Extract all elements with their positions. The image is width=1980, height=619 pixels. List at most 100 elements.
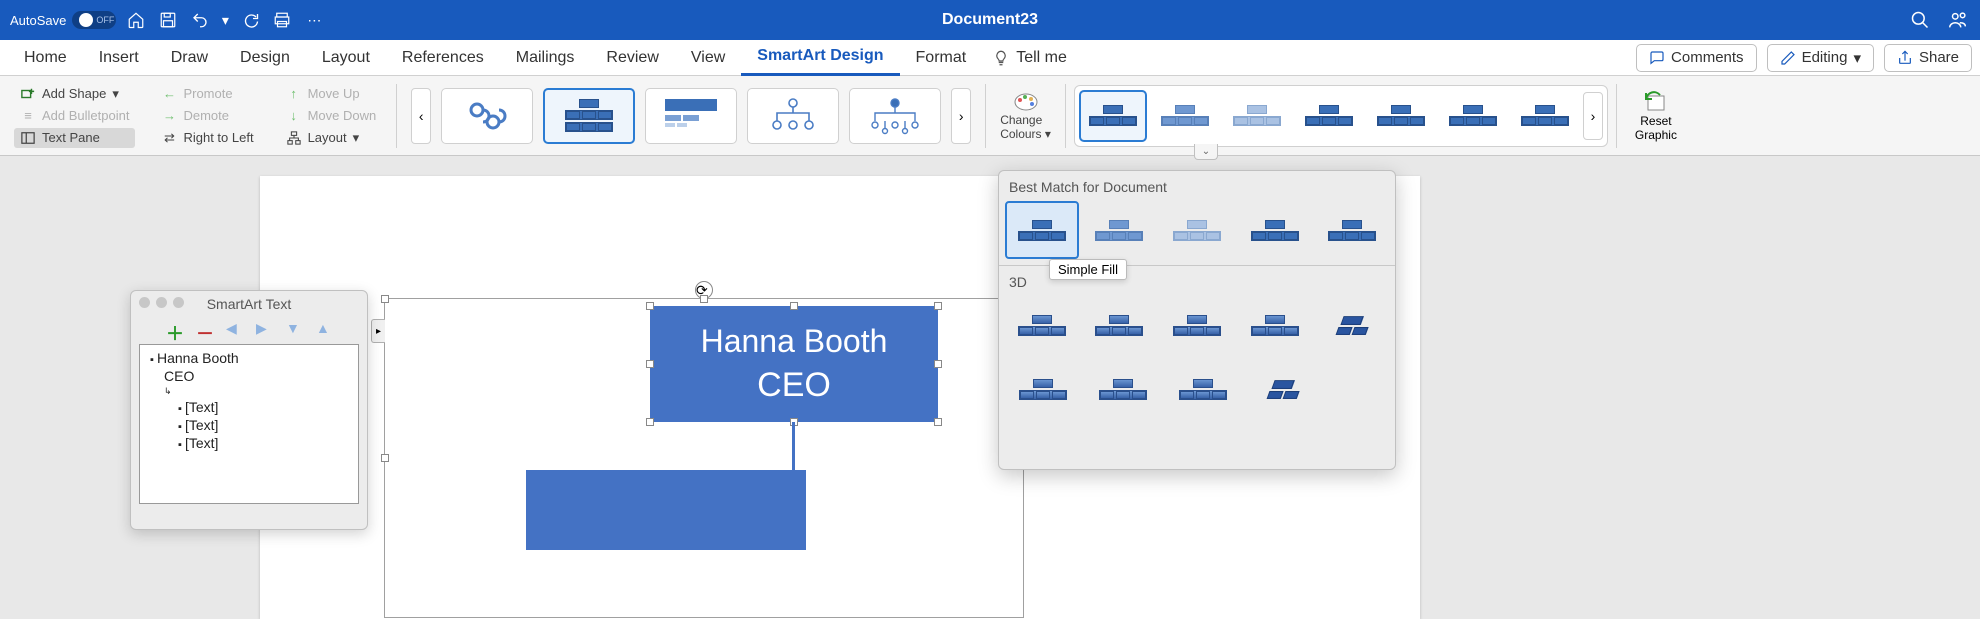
text-pane-toggle[interactable]: ▸ — [371, 319, 385, 343]
style-3d-5[interactable] — [1315, 296, 1389, 354]
share-icon — [1897, 50, 1913, 66]
undo-icon[interactable] — [188, 8, 212, 32]
layout-thumb-1[interactable] — [441, 88, 533, 144]
moveup-icon[interactable]: ▲ — [316, 320, 332, 336]
create-graphic-group: Add Shape ▾ ≡ Add Bulletpoint Text Pane — [8, 84, 141, 148]
style-option-5[interactable] — [1315, 201, 1389, 259]
style-thumb-4[interactable] — [1295, 90, 1363, 142]
add-icon[interactable]: ＋ — [166, 320, 182, 336]
style-option-2[interactable] — [1083, 201, 1157, 259]
comments-button[interactable]: Comments — [1636, 44, 1757, 72]
search-icon[interactable] — [1908, 8, 1932, 32]
node-text-line1: Hanna Booth — [701, 323, 888, 360]
styles-gallery-expand[interactable]: ⌄ — [1194, 144, 1218, 160]
autosave-label: AutoSave — [10, 13, 66, 28]
style-3d-8[interactable] — [1165, 360, 1241, 418]
layout-thumb-4[interactable] — [747, 88, 839, 144]
list-item[interactable]: [Text] — [144, 416, 354, 434]
outdent-icon[interactable]: ◀ — [226, 320, 242, 336]
add-bullet-button[interactable]: ≡ Add Bulletpoint — [14, 106, 135, 126]
style-3d-9[interactable] — [1245, 360, 1321, 418]
tab-draw[interactable]: Draw — [155, 40, 224, 76]
redo-icon[interactable] — [238, 8, 262, 32]
layout-thumb-3[interactable] — [645, 88, 737, 144]
tell-me[interactable]: Tell me — [982, 49, 1077, 67]
smartart-node-child[interactable] — [526, 470, 806, 550]
tab-format[interactable]: Format — [900, 40, 983, 76]
text-pane-button[interactable]: Text Pane — [14, 128, 135, 148]
tab-smartart-design[interactable]: SmartArt Design — [741, 40, 899, 76]
list-item[interactable]: Hanna Booth — [144, 349, 354, 367]
style-thumb-6[interactable] — [1439, 90, 1507, 142]
tab-home[interactable]: Home — [8, 40, 83, 76]
styles-scroll-right[interactable]: › — [1583, 92, 1603, 140]
arrow-right-icon: → — [161, 108, 177, 124]
style-3d-7[interactable] — [1085, 360, 1161, 418]
layout-thumb-5[interactable] — [849, 88, 941, 144]
rtl-button[interactable]: ⇄Right to Left — [155, 128, 259, 148]
list-item[interactable]: CEO — [144, 367, 354, 385]
layout-button[interactable]: Layout ▾ — [280, 128, 383, 148]
ribbon-tab-strip: Home Insert Draw Design Layout Reference… — [0, 40, 1980, 76]
style-3d-4[interactable] — [1238, 296, 1312, 354]
close-dot[interactable] — [139, 297, 150, 308]
style-3d-6[interactable] — [1005, 360, 1081, 418]
more-icon[interactable]: ⋯ — [302, 8, 326, 32]
remove-icon[interactable]: － — [196, 320, 212, 336]
node-text-line2: CEO — [757, 366, 831, 405]
layout-thumb-2[interactable] — [543, 88, 635, 144]
gallery-scroll-left[interactable]: ‹ — [411, 88, 431, 144]
min-dot[interactable] — [156, 297, 167, 308]
gallery-scroll-right[interactable]: › — [951, 88, 971, 144]
move-down-button[interactable]: ↓Move Down — [280, 106, 383, 126]
style-option-3[interactable] — [1160, 201, 1234, 259]
style-3d-2[interactable] — [1083, 296, 1157, 354]
style-thumb-1[interactable] — [1079, 90, 1147, 142]
style-thumb-2[interactable] — [1151, 90, 1219, 142]
indent-icon[interactable]: ▶ — [256, 320, 272, 336]
move-up-button[interactable]: ↑Move Up — [280, 84, 383, 104]
list-item[interactable]: [Text] — [144, 434, 354, 452]
editing-button[interactable]: Editing ▾ — [1767, 44, 1874, 72]
document-title: Document23 — [942, 11, 1038, 29]
movedown-icon[interactable]: ▼ — [286, 320, 302, 336]
smartart-node-ceo[interactable]: Hanna Booth CEO — [650, 306, 938, 422]
home-icon[interactable] — [124, 8, 148, 32]
max-dot[interactable] — [173, 297, 184, 308]
save-icon[interactable] — [156, 8, 180, 32]
smartart-text-panel[interactable]: SmartArt Text ＋ － ◀ ▶ ▼ ▲ Hanna Booth CE… — [130, 290, 368, 530]
reset-graphic-button[interactable]: Reset Graphic — [1625, 90, 1687, 142]
tab-insert[interactable]: Insert — [83, 40, 155, 76]
share-button[interactable]: Share — [1884, 44, 1972, 72]
print-icon[interactable] — [270, 8, 294, 32]
style-thumb-3[interactable] — [1223, 90, 1291, 142]
palette-icon — [1013, 91, 1039, 111]
tab-references[interactable]: References — [386, 40, 500, 76]
promote-button[interactable]: ←Promote — [155, 84, 259, 104]
comment-icon — [1649, 50, 1665, 66]
tab-view[interactable]: View — [675, 40, 741, 76]
autosave-control[interactable]: AutoSave OFF — [10, 11, 116, 29]
style-3d-1[interactable] — [1005, 296, 1079, 354]
tab-review[interactable]: Review — [590, 40, 674, 76]
chevron-down-icon: ▾ — [1853, 49, 1861, 67]
demote-button[interactable]: →Demote — [155, 106, 259, 126]
style-thumb-7[interactable] — [1511, 90, 1579, 142]
tab-layout[interactable]: Layout — [306, 40, 386, 76]
tab-mailings[interactable]: Mailings — [500, 40, 591, 76]
outline-list[interactable]: Hanna Booth CEO ↳ [Text] [Text] [Text] — [139, 344, 359, 504]
tab-design[interactable]: Design — [224, 40, 306, 76]
move-group: ↑Move Up ↓Move Down Layout ▾ — [274, 84, 389, 148]
list-item[interactable]: [Text] — [144, 398, 354, 416]
pencil-icon — [1780, 50, 1796, 66]
style-option-simple-fill[interactable] — [1005, 201, 1079, 259]
undo-dropdown-icon[interactable]: ▾ — [220, 8, 230, 32]
style-option-4[interactable] — [1238, 201, 1312, 259]
style-3d-3[interactable] — [1160, 296, 1234, 354]
autosave-toggle[interactable]: OFF — [72, 11, 116, 29]
list-item[interactable]: ↳ — [144, 385, 354, 398]
style-thumb-5[interactable] — [1367, 90, 1435, 142]
share-people-icon[interactable] — [1946, 8, 1970, 32]
change-colours-button[interactable]: ChangeColours ▾ — [994, 91, 1057, 141]
add-shape-button[interactable]: Add Shape ▾ — [14, 84, 135, 104]
